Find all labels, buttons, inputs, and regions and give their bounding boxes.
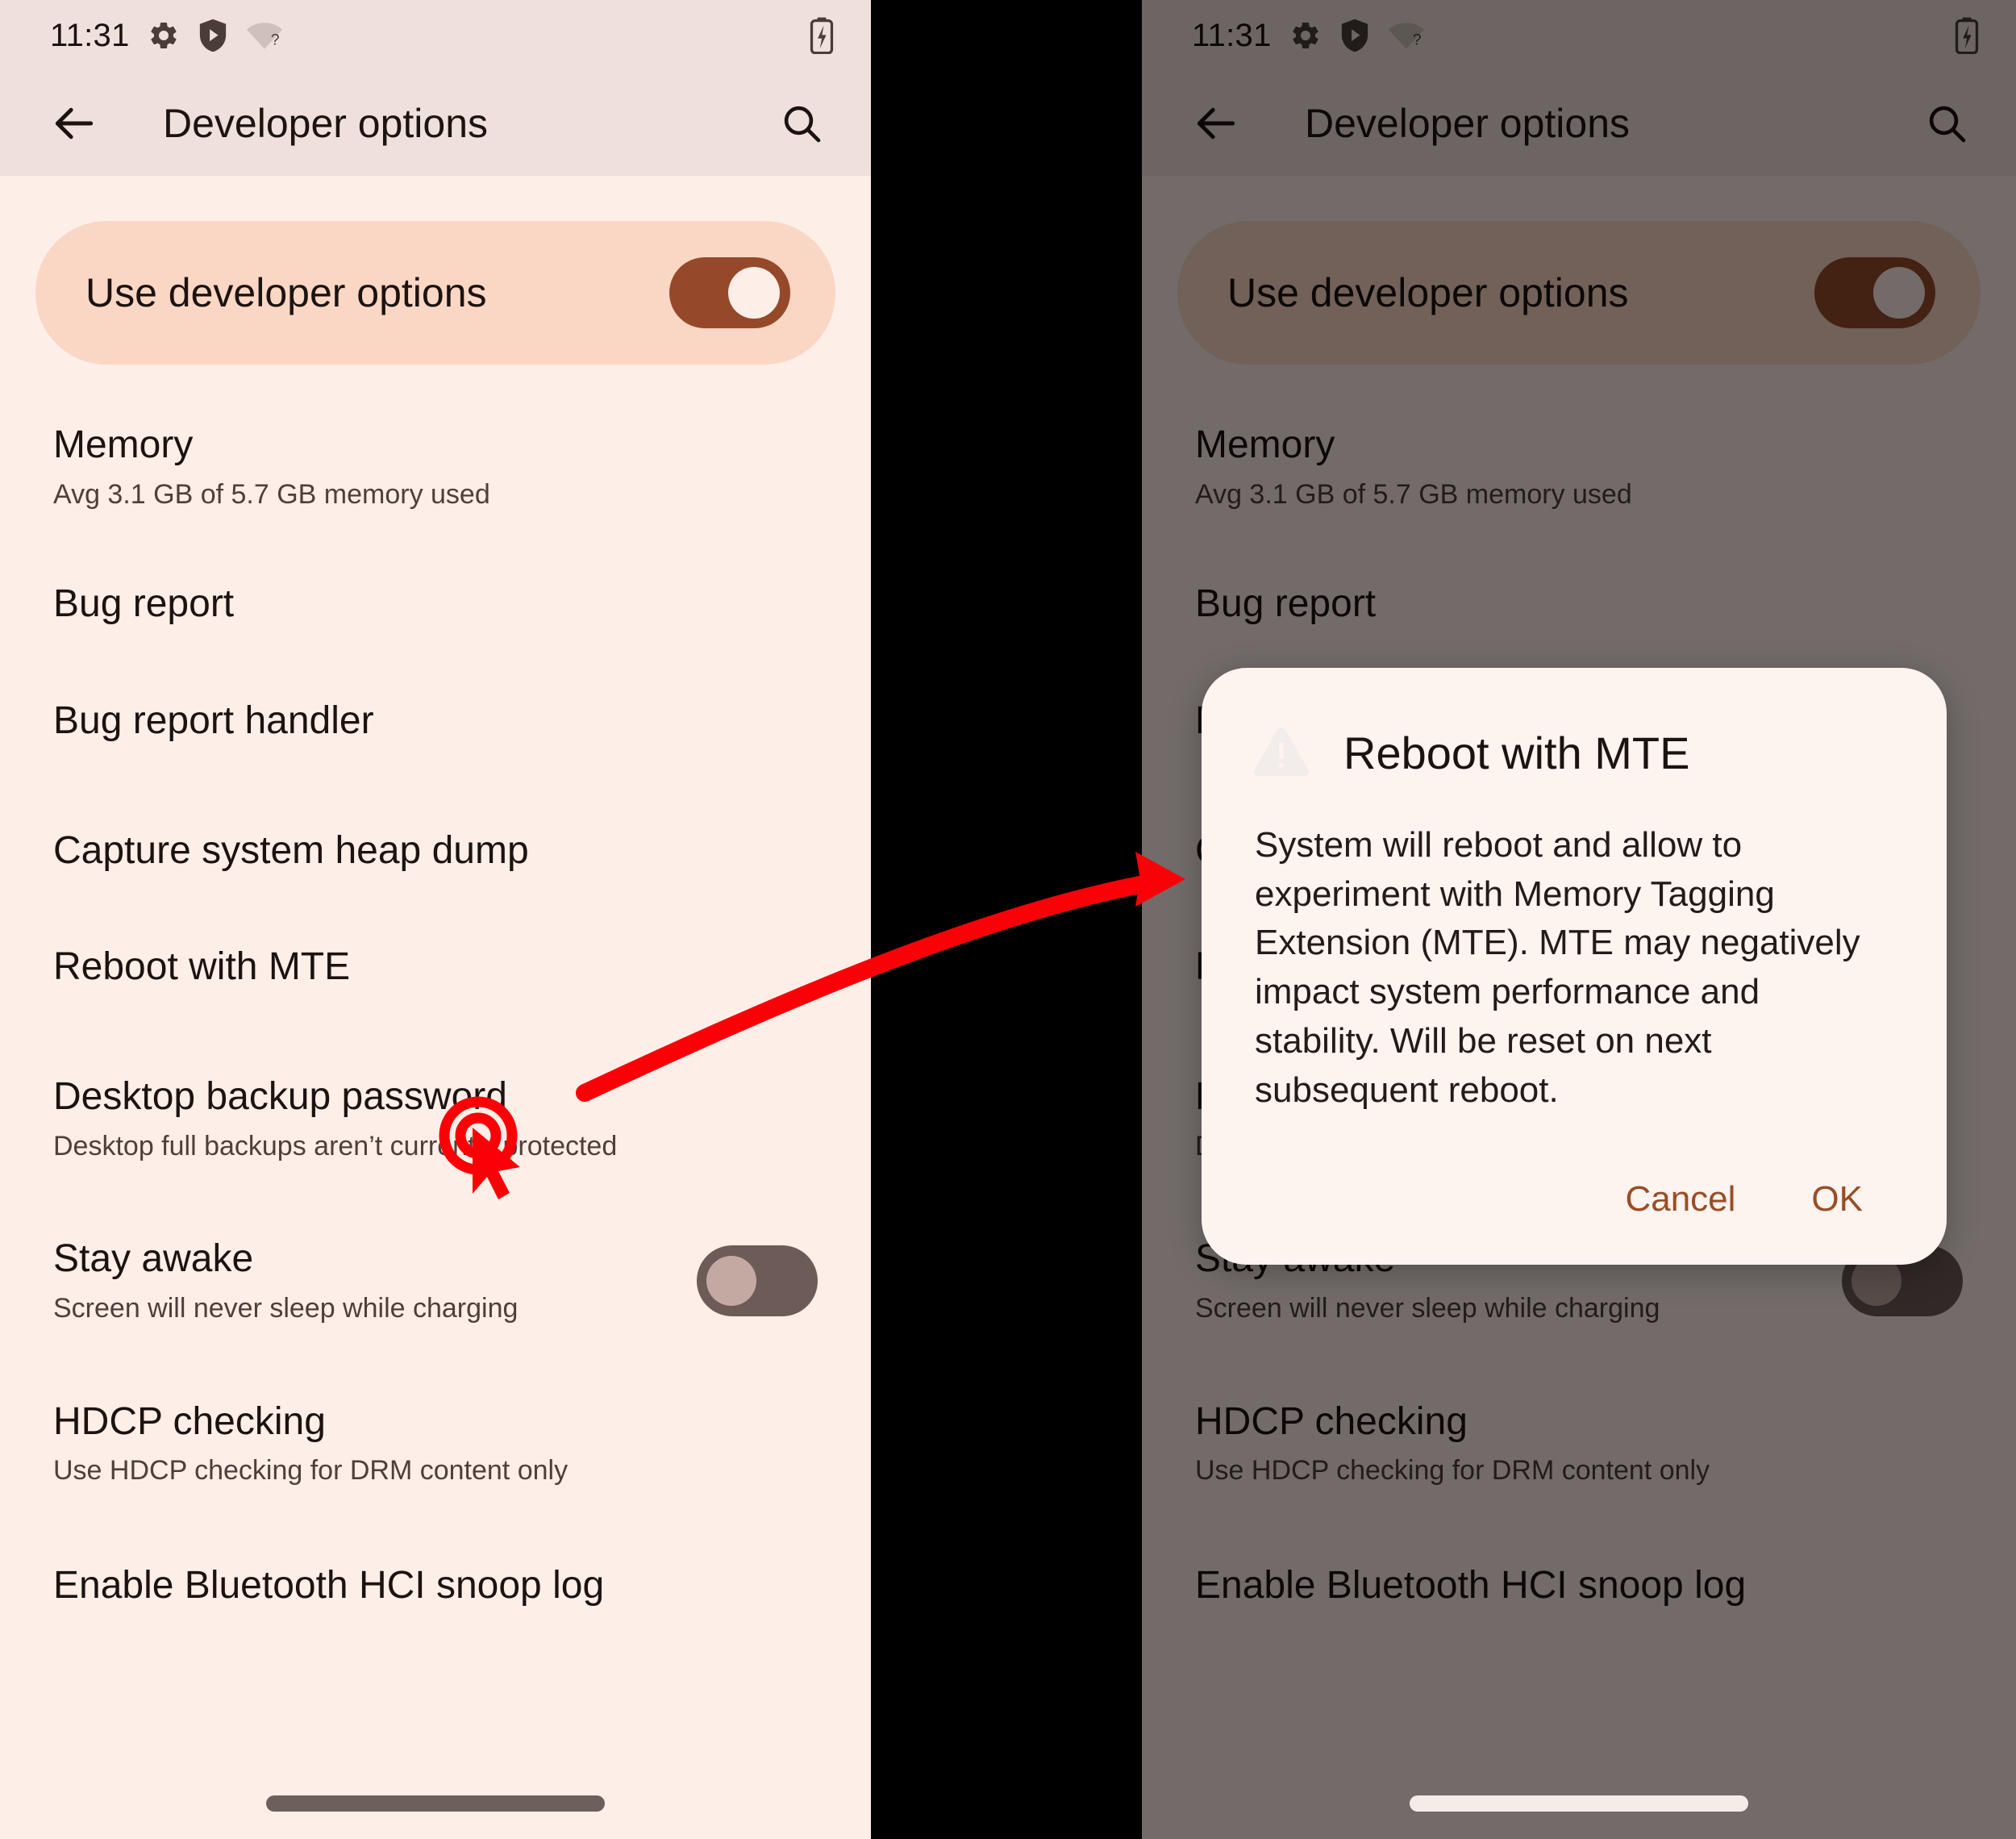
gesture-nav-pill[interactable] [1410,1795,1748,1812]
status-bar-clock: 11:31 [1192,17,1272,53]
list-item-title: HDCP checking [1195,1399,1468,1443]
gesture-nav-pill[interactable] [266,1795,605,1812]
back-arrow-icon[interactable] [1179,86,1253,161]
list-item-subtitle: Avg 3.1 GB of 5.7 GB memory used [1195,478,1632,510]
list-item-bug-report-handler[interactable]: Bug report handler [0,678,871,765]
list-item-subtitle: Avg 3.1 GB of 5.7 GB memory used [53,478,490,510]
list-item-subtitle: Screen will never sleep while charging [53,1292,519,1324]
status-bar-clock: 11:31 [50,17,130,53]
list-item-enable-bluetooth-hci-snoop-log[interactable]: Enable Bluetooth HCI snoop log [0,1542,871,1630]
use-developer-options-label: Use developer options [85,270,487,315]
cancel-button[interactable]: Cancel [1597,1161,1763,1237]
wifi-question-icon: ? [246,19,283,52]
battery-charging-icon [810,17,834,54]
list-item-subtitle: Screen will never sleep while charging [1195,1292,1660,1324]
use-developer-options-row[interactable]: Use developer options [35,221,835,365]
svg-text:?: ? [270,31,279,48]
list-item-title: Stay awake [53,1237,254,1281]
use-developer-options-switch[interactable] [669,257,790,328]
search-icon[interactable] [764,86,839,161]
shield-play-icon [1339,19,1370,52]
list-item-subtitle: Use HDCP checking for DRM content only [1195,1455,1710,1487]
list-item-title: Memory [53,423,194,466]
list-item-title: Enable Bluetooth HCI snoop log [53,1564,605,1608]
list-item-desktop-backup-password[interactable]: Desktop backup password Desktop full bac… [0,1053,871,1183]
settings-content: Use developer options Memory Avg 3.1 GB … [0,221,871,1839]
list-item-title: Capture system heap dump [53,828,529,872]
dialog-message: System will reboot and allow to experime… [1255,825,1860,1110]
use-developer-options-switch[interactable] [1814,257,1935,328]
list-item-enable-bluetooth-hci-snoop-log[interactable]: Enable Bluetooth HCI snoop log [1142,1542,2016,1630]
list-item-title: Desktop backup password [53,1074,507,1118]
list-item-title: Bug report [1195,582,1377,626]
app-bar: Developer options [0,71,871,176]
list-item-hdcp-checking[interactable]: HDCP checking Use HDCP checking for DRM … [0,1378,871,1508]
list-item-title: Enable Bluetooth HCI snoop log [1195,1564,1747,1608]
page-title: Developer options [163,101,489,146]
list-item-title: HDCP checking [53,1399,326,1443]
list-item-title: Bug report [53,582,235,626]
status-bar: 11:31 ? [1142,0,2016,71]
svg-text:?: ? [1412,31,1421,48]
back-arrow-icon[interactable] [37,86,111,161]
battery-charging-icon [1955,17,1979,54]
list-item-subtitle: Use HDCP checking for DRM content only [53,1455,569,1487]
list-item-memory[interactable]: Memory Avg 3.1 GB of 5.7 GB memory used [1142,402,2016,532]
list-item-reboot-with-mte[interactable]: Reboot with MTE [0,924,871,1011]
list-item-bug-report[interactable]: Bug report [0,561,871,648]
gear-icon [1289,19,1322,52]
warning-triangle-icon [1250,721,1313,784]
list-item-title: Reboot with MTE [53,945,351,989]
status-bar: 11:31 ? [0,0,871,71]
list-item-subtitle: Desktop full backups aren’t currently pr… [53,1130,618,1161]
list-item-title: Bug report handler [53,699,374,743]
app-bar: Developer options [1142,71,2016,176]
list-item-hdcp-checking[interactable]: HDCP checking Use HDCP checking for DRM … [1142,1378,2016,1508]
list-item-capture-system-heap-dump[interactable]: Capture system heap dump [0,807,871,895]
list-item-stay-awake[interactable]: Stay awake Screen will never sleep while… [0,1216,871,1345]
use-developer-options-row[interactable]: Use developer options [1177,221,1981,365]
wifi-question-icon: ? [1388,19,1425,52]
list-item-title: Memory [1195,423,1335,466]
phone-screen-before: 11:31 ? Developer options Use developer … [0,0,871,1839]
phone-screen-after: 11:31 ? Developer options Use developer … [1142,0,2016,1839]
stay-awake-switch[interactable] [697,1245,818,1317]
settings-list: Memory Avg 3.1 GB of 5.7 GB memory used … [0,402,871,1630]
reboot-with-mte-dialog: Reboot with MTE System will reboot and a… [1202,668,1947,1266]
list-item-bug-report[interactable]: Bug report [1142,561,2016,648]
search-icon[interactable] [1910,86,1984,161]
use-developer-options-label: Use developer options [1227,270,1629,315]
dialog-title: Reboot with MTE [1343,727,1690,778]
gear-icon [148,19,180,52]
ok-button[interactable]: OK [1784,1161,1890,1237]
list-item-memory[interactable]: Memory Avg 3.1 GB of 5.7 GB memory used [0,402,871,532]
shield-play-icon [198,19,228,52]
page-title: Developer options [1305,101,1631,146]
